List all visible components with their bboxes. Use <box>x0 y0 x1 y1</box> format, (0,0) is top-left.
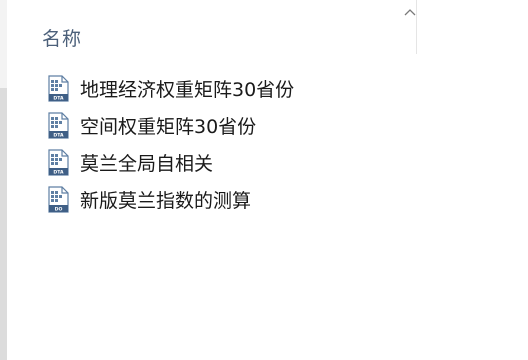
stata-data-file-icon: DTA <box>48 112 69 139</box>
navigation-pane-edge <box>0 0 7 360</box>
file-list: DTA 地理经济权重矩阵30省份 DTA 空间权重矩阵30省份 DTA 莫兰全局… <box>48 70 294 218</box>
file-explorer-pane: 名称 DTA 地理经济权重矩阵30省份 DTA 空间权重矩阵30省份 DTA 莫… <box>0 0 528 360</box>
file-type-badge: DO <box>55 207 63 213</box>
file-row[interactable]: DTA 空间权重矩阵30省份 <box>48 107 294 144</box>
chevron-up-icon[interactable] <box>403 7 417 17</box>
file-name: 新版莫兰指数的测算 <box>80 190 252 212</box>
file-type-badge: DTA <box>53 133 64 139</box>
scrollbar-thumb[interactable] <box>0 88 7 360</box>
name-column-header[interactable]: 名称 <box>42 24 82 51</box>
stata-data-file-icon: DTA <box>48 75 69 102</box>
file-row[interactable]: DTA 莫兰全局自相关 <box>48 144 294 181</box>
file-row[interactable]: DTA 地理经济权重矩阵30省份 <box>48 70 294 107</box>
stata-do-file-icon: DO <box>48 186 69 213</box>
file-type-badge: DTA <box>53 170 64 176</box>
file-name: 莫兰全局自相关 <box>80 153 214 175</box>
file-name: 地理经济权重矩阵30省份 <box>80 79 295 101</box>
file-name: 空间权重矩阵30省份 <box>80 116 257 138</box>
stata-data-file-icon: DTA <box>48 149 69 176</box>
file-row[interactable]: DO 新版莫兰指数的测算 <box>48 181 294 218</box>
file-type-badge: DTA <box>53 96 64 102</box>
